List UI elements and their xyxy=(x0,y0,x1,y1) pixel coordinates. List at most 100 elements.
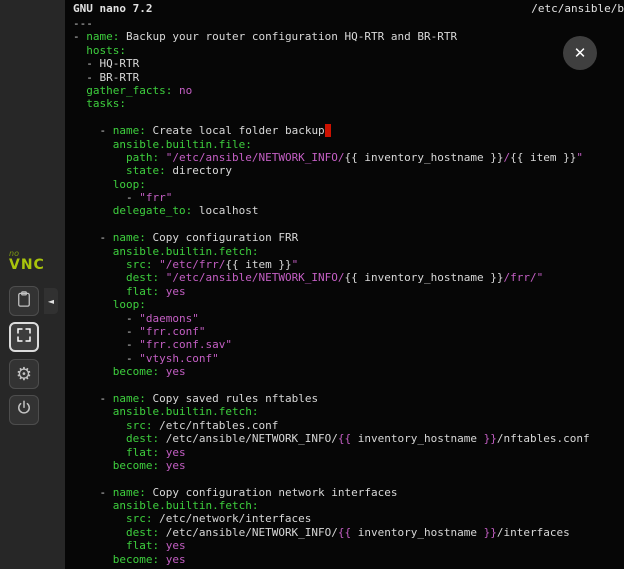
code-segment xyxy=(73,446,126,459)
code-segment: localhost xyxy=(192,204,258,217)
editor-line: - BR-RTR xyxy=(73,71,624,84)
code-segment: src: xyxy=(126,258,153,271)
code-segment: Copy configuration FRR xyxy=(146,231,298,244)
code-segment xyxy=(73,97,86,110)
editor-line: src: /etc/network/interfaces xyxy=(73,512,624,525)
editor-line: - "daemons" xyxy=(73,312,624,325)
code-segment: tasks: xyxy=(86,97,126,110)
code-segment: src: xyxy=(126,419,153,432)
editor-line: ansible.builtin.file: xyxy=(73,138,624,151)
code-segment: - xyxy=(73,231,113,244)
code-segment: "vtysh.conf" xyxy=(139,352,218,365)
editor-line: flat: yes xyxy=(73,539,624,552)
code-segment xyxy=(159,446,166,459)
collapse-arrow-icon: ◄ xyxy=(48,297,54,306)
code-segment xyxy=(73,271,126,284)
editor-line: dest: "/etc/ansible/NETWORK_INFO/{{ inve… xyxy=(73,271,624,284)
code-segment: - xyxy=(73,486,113,499)
editor-line: ansible.builtin.fetch: xyxy=(73,405,624,418)
code-segment xyxy=(73,44,86,57)
editor-line: state: directory xyxy=(73,164,624,177)
code-segment: /etc/nftables.conf xyxy=(152,419,278,432)
code-segment: - xyxy=(73,325,139,338)
code-segment: yes xyxy=(166,446,186,459)
editor-line: - name: Copy configuration network inter… xyxy=(73,486,624,499)
code-segment: Create local folder backup xyxy=(146,124,325,137)
code-segment: become: xyxy=(113,459,159,472)
close-icon: ✕ xyxy=(574,44,587,62)
control-bar-handle[interactable]: ◄ xyxy=(44,288,58,314)
code-segment: loop: xyxy=(113,298,146,311)
code-segment: flat: xyxy=(126,446,159,459)
code-segment xyxy=(73,204,113,217)
editor-line xyxy=(73,218,624,231)
code-segment: Backup your router configuration HQ-RTR … xyxy=(119,30,457,43)
code-segment: dest: xyxy=(126,271,159,284)
code-segment: - xyxy=(73,191,139,204)
code-segment xyxy=(159,271,166,284)
code-segment: Copy configuration network interfaces xyxy=(146,486,398,499)
editor-line: delegate_to: localhost xyxy=(73,204,624,217)
code-segment: "frr" xyxy=(139,191,172,204)
code-segment: "/etc/ansible/NETWORK_INFO/ xyxy=(166,151,345,164)
code-segment: dest: xyxy=(126,526,159,539)
code-segment: name: xyxy=(113,231,146,244)
code-segment xyxy=(73,539,126,552)
code-segment: ansible.builtin.fetch: xyxy=(113,499,259,512)
code-segment xyxy=(73,405,113,418)
code-segment: gather_facts: xyxy=(86,84,172,97)
code-segment: /etc/ansible/NETWORK_INFO/ xyxy=(159,432,338,445)
code-segment: /frr/" xyxy=(504,271,544,284)
code-segment: src: xyxy=(126,512,153,525)
editor-line: src: /etc/nftables.conf xyxy=(73,419,624,432)
code-segment: path: xyxy=(126,151,159,164)
clipboard-button[interactable] xyxy=(9,286,39,316)
editor-line: - "frr" xyxy=(73,191,624,204)
code-segment: - xyxy=(73,392,113,405)
settings-button[interactable]: ⚙ xyxy=(9,359,39,389)
code-segment xyxy=(73,138,113,151)
code-segment: hosts: xyxy=(86,44,126,57)
code-segment: flat: xyxy=(126,539,159,552)
editor-line: gather_facts: no xyxy=(73,84,624,97)
code-segment: name: xyxy=(113,124,146,137)
code-segment: no xyxy=(179,84,192,97)
code-segment: - xyxy=(73,312,139,325)
editor-lines: ---- name: Backup your router configurat… xyxy=(73,17,624,569)
close-button[interactable]: ✕ xyxy=(563,36,597,70)
code-segment: --- xyxy=(73,17,93,30)
code-segment xyxy=(73,553,113,566)
code-segment xyxy=(73,164,126,177)
code-segment: {{ item }} xyxy=(225,258,291,271)
code-segment: {{ inventory_hostname }} xyxy=(345,271,504,284)
code-segment: - xyxy=(73,124,113,137)
editor-line: tasks: xyxy=(73,97,624,110)
editor-line: ansible.builtin.fetch: xyxy=(73,245,624,258)
settings-icon: ⚙ xyxy=(16,365,32,384)
code-segment xyxy=(73,258,126,271)
power-button[interactable] xyxy=(9,395,39,425)
code-segment: flat: xyxy=(126,285,159,298)
code-segment: /interfaces xyxy=(497,526,570,539)
editor-line: become: yes xyxy=(73,365,624,378)
code-segment xyxy=(73,526,126,539)
code-segment: "daemons" xyxy=(139,312,199,325)
editor-line: - "vtysh.conf" xyxy=(73,352,624,365)
terminal[interactable]: GNU nano 7.2 /etc/ansible/b ---- name: B… xyxy=(65,0,624,569)
code-segment: name: xyxy=(113,392,146,405)
code-segment xyxy=(159,151,166,164)
code-segment: " xyxy=(576,151,583,164)
novnc-logo: no VNC xyxy=(9,250,45,272)
code-segment: Copy saved rules nftables xyxy=(146,392,318,405)
fullscreen-button[interactable] xyxy=(9,322,39,352)
editor-line: become: yes xyxy=(73,553,624,566)
vnc-control-bar: no VNC ◄ ⚙ xyxy=(0,0,65,569)
code-segment: become: xyxy=(113,553,159,566)
code-segment: inventory_hostname xyxy=(351,526,483,539)
nano-titlebar: GNU nano 7.2 /etc/ansible/b xyxy=(65,0,624,15)
code-segment xyxy=(73,285,126,298)
code-segment: "frr.conf.sav" xyxy=(139,338,232,351)
editor-line xyxy=(73,379,624,392)
code-segment: "/etc/frr/ xyxy=(159,258,225,271)
code-segment: /etc/network/interfaces xyxy=(152,512,311,525)
